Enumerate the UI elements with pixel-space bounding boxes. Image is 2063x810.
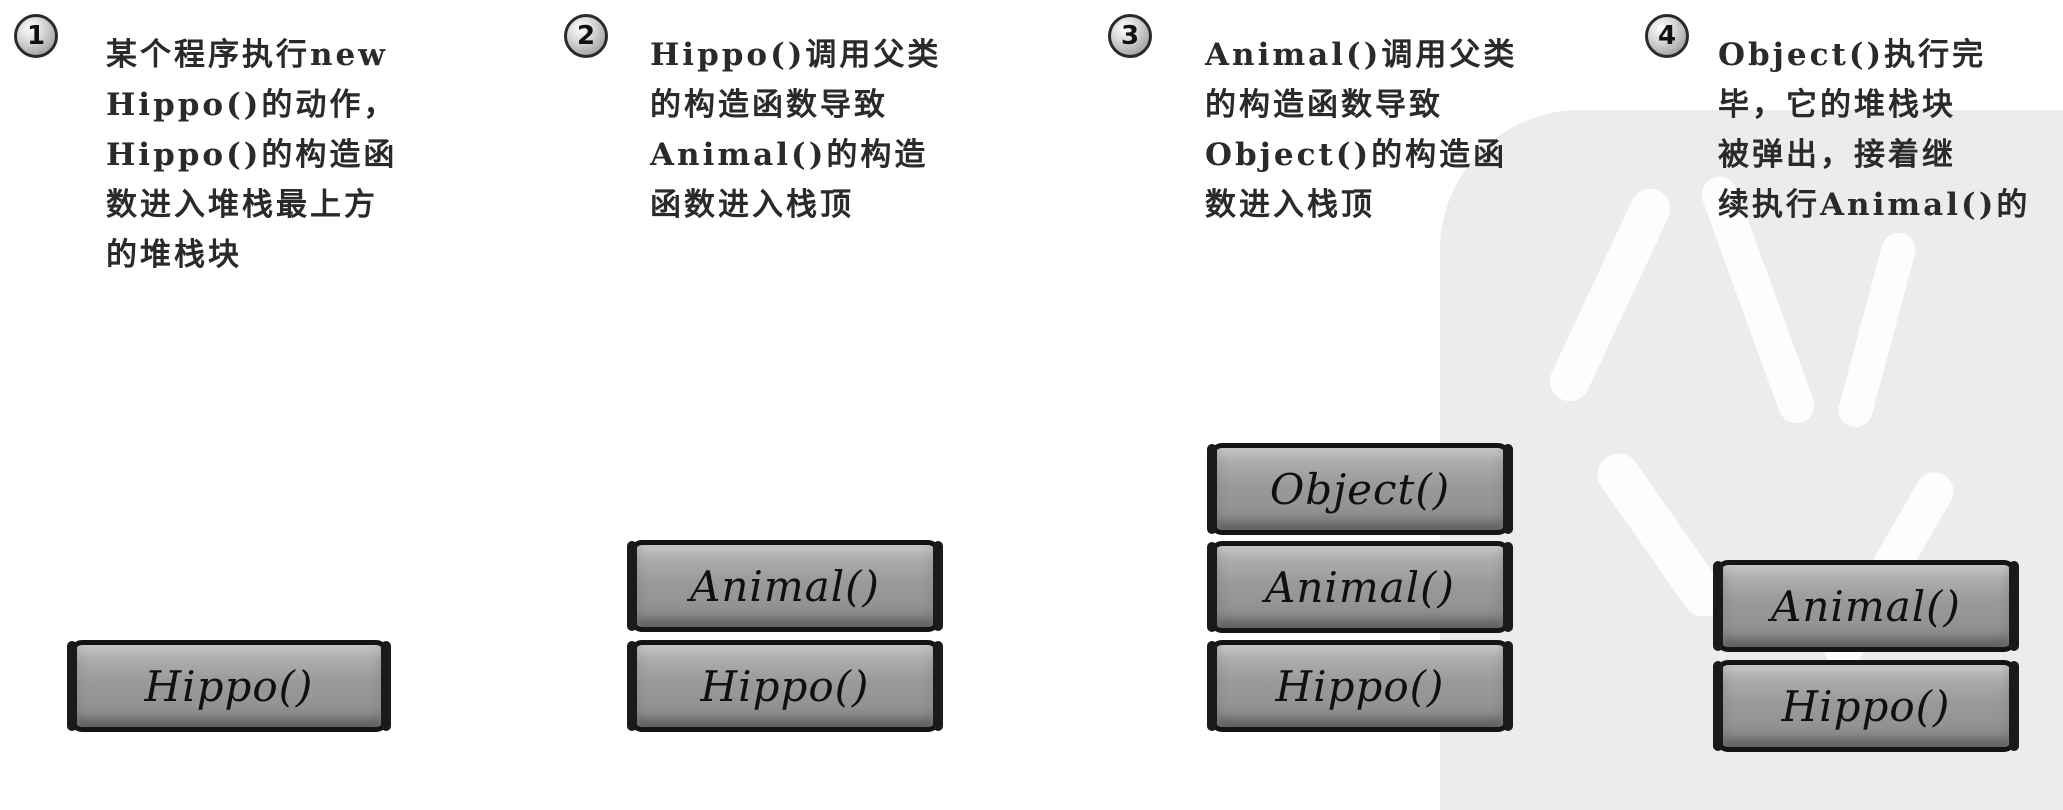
description-line: Animal()调用父类 <box>1205 37 1518 73</box>
description-line: Object()的构造函 <box>1205 137 1508 173</box>
stack-block-label: Animal() <box>690 561 880 611</box>
stack-block-hippo: Hippo() <box>67 640 391 732</box>
step-number-badge: 3 <box>1108 14 1152 58</box>
stack-block-label: Hippo() <box>144 661 314 711</box>
description-line: Hippo()的构造函 <box>106 137 398 173</box>
description-line: 续执行Animal()的 <box>1718 187 2031 223</box>
description-line: 毕，它的堆栈块 <box>1718 87 1956 123</box>
step-description: 某个程序执行new Hippo()的动作， Hippo()的构造函 数进入堆栈最… <box>106 30 397 280</box>
stack-block-hippo: Hippo() <box>627 640 943 732</box>
step-number-badge: 4 <box>1645 14 1689 58</box>
stack-block-animal: Animal() <box>1207 541 1513 633</box>
stack-block-label: Hippo() <box>1781 681 1951 731</box>
description-line: 函数进入栈顶 <box>650 187 854 223</box>
stack-block-label: Hippo() <box>1275 661 1445 711</box>
stack-block-hippo: Hippo() <box>1207 640 1513 732</box>
description-line: 某个程序执行new <box>106 37 388 73</box>
stack-block-object: Object() <box>1207 443 1513 535</box>
description-line: 的构造函数导致 <box>650 87 888 123</box>
description-line: Object()执行完 <box>1718 37 1987 73</box>
step-description: Animal()调用父类 的构造函数导致 Object()的构造函 数进入栈顶 <box>1205 30 1517 230</box>
stack-block-label: Object() <box>1269 464 1451 514</box>
stack-block-animal: Animal() <box>1713 560 2019 652</box>
step-number-badge: 2 <box>564 14 608 58</box>
description-line: 的堆栈块 <box>106 237 242 273</box>
step-number-badge: 1 <box>14 14 58 58</box>
description-line: Hippo()调用父类 <box>650 37 942 73</box>
stack-block-hippo: Hippo() <box>1713 660 2019 752</box>
description-line: Hippo()的动作， <box>106 87 398 123</box>
description-line: Animal()的构造 <box>650 137 929 173</box>
stack-block-animal: Animal() <box>627 540 943 632</box>
stack-block-label: Hippo() <box>700 661 870 711</box>
step-description: Hippo()调用父类 的构造函数导致 Animal()的构造 函数进入栈顶 <box>650 30 941 230</box>
description-line: 被弹出，接着继 <box>1718 137 1956 173</box>
description-line: 数进入堆栈最上方 <box>106 187 378 223</box>
stack-block-label: Animal() <box>1771 581 1961 631</box>
description-line: 的构造函数导致 <box>1205 87 1443 123</box>
description-line: 数进入栈顶 <box>1205 187 1375 223</box>
step-description: Object()执行完 毕，它的堆栈块 被弹出，接着继 续执行Animal()的 <box>1718 30 2030 230</box>
stack-block-label: Animal() <box>1265 562 1455 612</box>
